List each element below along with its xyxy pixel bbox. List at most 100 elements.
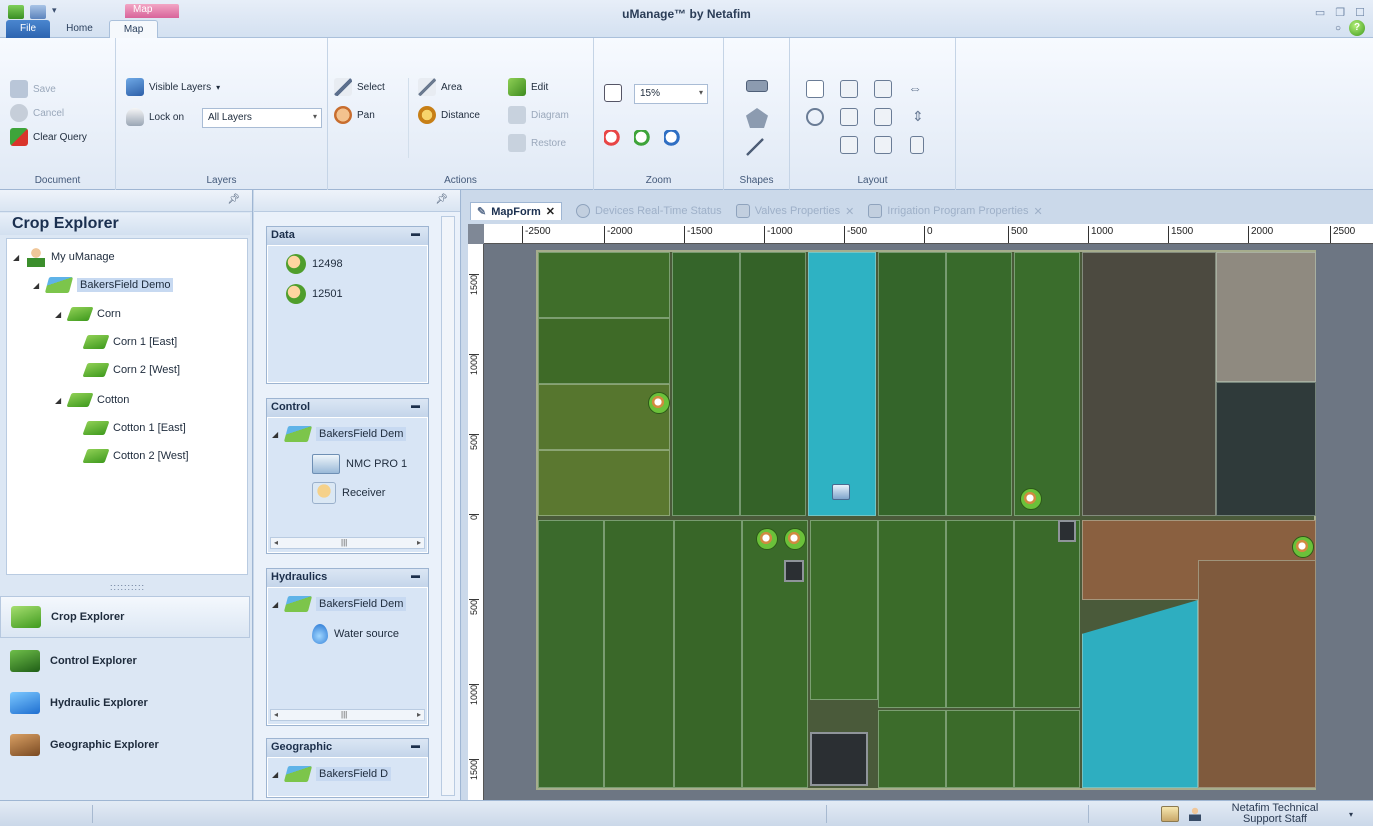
nav-hydraulic-explorer[interactable]: Hydraulic Explorer bbox=[0, 682, 250, 724]
field-plot[interactable] bbox=[604, 520, 674, 788]
tab-devices-status[interactable]: Devices Real-Time Status bbox=[575, 204, 722, 218]
device-marker-icon[interactable] bbox=[648, 392, 670, 414]
ribbon-options-icon[interactable]: ○ bbox=[1335, 23, 1341, 34]
tree-node[interactable]: Corn 2 [West] bbox=[82, 363, 180, 377]
aerial-map-canvas[interactable] bbox=[484, 244, 1373, 800]
expand-arrow-icon[interactable]: ◢ bbox=[272, 600, 280, 609]
tab-mapform[interactable]: ✎ MapForm ✕ bbox=[470, 202, 562, 220]
polygon-shape-icon[interactable] bbox=[746, 108, 768, 128]
expand-arrow-icon[interactable]: ◢ bbox=[55, 396, 63, 405]
scroll-thumb-icon[interactable]: ||| bbox=[341, 538, 347, 547]
panel-splitter[interactable]: :::::::::: bbox=[110, 582, 145, 592]
clear-query-button[interactable]: Clear Query bbox=[10, 128, 87, 146]
horizontal-scrollbar[interactable]: ◂ ||| ▸ bbox=[270, 709, 425, 721]
orchard-plot[interactable] bbox=[1216, 382, 1316, 516]
restore-icon[interactable]: ❐ bbox=[1335, 6, 1345, 19]
close-tab-icon[interactable]: ✕ bbox=[546, 205, 555, 218]
device-marker-icon[interactable] bbox=[784, 528, 806, 550]
close-tab-icon[interactable]: ✕ bbox=[1034, 205, 1043, 218]
device-marker-icon[interactable] bbox=[1020, 488, 1042, 510]
tree-node[interactable]: Water source bbox=[312, 624, 399, 644]
align-middle-icon[interactable] bbox=[874, 108, 892, 126]
soil-plot[interactable] bbox=[1198, 560, 1316, 788]
field-plot[interactable] bbox=[946, 520, 1014, 708]
current-user[interactable]: Netafim Technical Support Staff bbox=[1211, 803, 1339, 825]
field-plot[interactable] bbox=[538, 384, 670, 450]
tree-node[interactable]: ◢ My uManage bbox=[13, 247, 115, 267]
zoom-out-icon[interactable] bbox=[604, 130, 622, 148]
align-top-icon[interactable] bbox=[874, 80, 892, 98]
tab-valves-properties[interactable]: Valves Properties ✕ bbox=[735, 204, 854, 218]
field-plot[interactable] bbox=[538, 252, 670, 318]
distribute-icon[interactable] bbox=[910, 136, 924, 154]
layout-link-icon[interactable] bbox=[806, 108, 824, 126]
tree-node[interactable]: ◢ BakersField Dem bbox=[272, 426, 407, 442]
lock-on-button[interactable]: Lock on bbox=[126, 108, 184, 126]
vertical-scrollbar[interactable] bbox=[441, 216, 455, 796]
field-plot[interactable] bbox=[538, 318, 670, 384]
edit-button[interactable]: Edit bbox=[508, 78, 548, 96]
zoom-in-icon[interactable] bbox=[634, 130, 652, 148]
notifications-icon[interactable] bbox=[1160, 806, 1179, 822]
layout-grid-icon[interactable] bbox=[806, 80, 824, 98]
zoom-select[interactable]: 15% ▾ bbox=[634, 84, 708, 104]
minimize-panel-icon[interactable]: ▬ bbox=[411, 400, 420, 410]
minimize-panel-icon[interactable]: ▬ bbox=[411, 228, 420, 238]
reservoir-pond[interactable] bbox=[810, 732, 868, 786]
reservoir-pond[interactable] bbox=[784, 560, 804, 582]
field-plot[interactable] bbox=[946, 710, 1014, 788]
tree-node[interactable]: ◢ Cotton bbox=[55, 393, 129, 407]
tree-node[interactable]: Cotton 1 [East] bbox=[82, 421, 186, 435]
close-icon[interactable]: ☐ bbox=[1355, 6, 1365, 19]
tree-node[interactable]: ◢ BakersField D bbox=[272, 766, 392, 782]
tree-node[interactable]: Cotton 2 [West] bbox=[82, 449, 189, 463]
field-plot[interactable] bbox=[878, 252, 946, 516]
tree-node[interactable]: NMC PRO 1 bbox=[312, 454, 407, 474]
tab-map[interactable]: Map bbox=[108, 20, 159, 38]
field-plot[interactable] bbox=[878, 710, 946, 788]
minimize-panel-icon[interactable]: ▬ bbox=[411, 740, 420, 750]
tree-node[interactable]: ◢ Corn bbox=[55, 307, 121, 321]
scroll-right-icon[interactable]: ▸ bbox=[417, 710, 421, 719]
chevron-down-icon[interactable]: ▾ bbox=[1349, 809, 1353, 820]
restore-button[interactable]: Restore bbox=[508, 134, 566, 152]
field-plot[interactable] bbox=[1014, 520, 1080, 708]
cancel-button[interactable]: Cancel bbox=[10, 104, 64, 122]
zoom-extent-icon[interactable] bbox=[604, 84, 622, 102]
lock-on-select[interactable]: All Layers ▾ bbox=[202, 108, 322, 128]
diagram-button[interactable]: Diagram bbox=[508, 106, 569, 124]
reservoir-pond[interactable] bbox=[1058, 520, 1076, 542]
water-plot[interactable] bbox=[808, 252, 876, 516]
align-bottom-icon[interactable] bbox=[840, 136, 858, 154]
pin-icon[interactable]: 📌︎ bbox=[435, 194, 448, 205]
list-item[interactable]: 12498 bbox=[286, 254, 343, 274]
scroll-left-icon[interactable]: ◂ bbox=[274, 710, 278, 719]
minimize-icon[interactable]: ▭ bbox=[1315, 6, 1325, 19]
line-shape-icon[interactable] bbox=[746, 138, 764, 156]
device-marker-icon[interactable] bbox=[756, 528, 778, 550]
visible-layers-button[interactable]: Visible Layers ▾ bbox=[126, 78, 220, 96]
field-plot[interactable] bbox=[538, 520, 604, 788]
align-center-icon[interactable] bbox=[840, 108, 858, 126]
field-plot[interactable] bbox=[1014, 710, 1080, 788]
scroll-right-icon[interactable]: ▸ bbox=[417, 538, 421, 547]
nav-crop-explorer[interactable]: Crop Explorer bbox=[0, 596, 250, 638]
nav-geographic-explorer[interactable]: Geographic Explorer bbox=[0, 724, 250, 766]
horizontal-spacing-icon[interactable]: ⇔ bbox=[908, 80, 922, 96]
align-right-icon[interactable] bbox=[874, 136, 892, 154]
expand-arrow-icon[interactable]: ◢ bbox=[13, 253, 21, 262]
minimize-panel-icon[interactable]: ▬ bbox=[411, 570, 420, 580]
expand-arrow-icon[interactable]: ◢ bbox=[33, 281, 41, 290]
tree-node[interactable]: ◢ BakersField Demo bbox=[33, 277, 174, 293]
select-button[interactable]: Select bbox=[334, 78, 385, 96]
distance-button[interactable]: Distance bbox=[418, 106, 480, 124]
expand-arrow-icon[interactable]: ◢ bbox=[55, 310, 63, 319]
rectangle-shape-icon[interactable] bbox=[746, 80, 768, 92]
area-button[interactable]: Area bbox=[418, 78, 462, 96]
expand-arrow-icon[interactable]: ◢ bbox=[272, 430, 280, 439]
expand-arrow-icon[interactable]: ◢ bbox=[272, 770, 280, 779]
horizontal-scrollbar[interactable]: ◂ ||| ▸ bbox=[270, 537, 425, 549]
tab-irrigation-program-properties[interactable]: Irrigation Program Properties ✕ bbox=[868, 204, 1043, 218]
list-item[interactable]: 12501 bbox=[286, 284, 343, 304]
nav-control-explorer[interactable]: Control Explorer bbox=[0, 640, 250, 682]
